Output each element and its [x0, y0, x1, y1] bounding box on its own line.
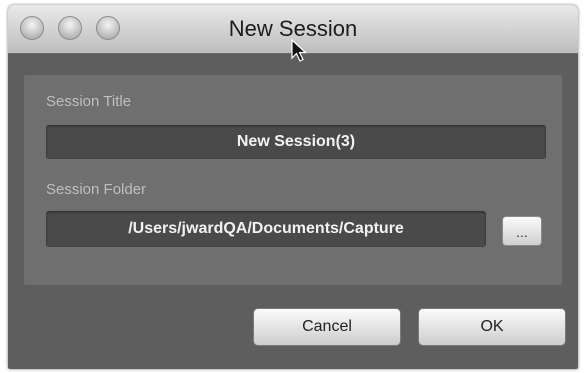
cancel-button[interactable]: Cancel [253, 308, 401, 346]
session-title-label: Session Title [46, 93, 132, 110]
session-title-input[interactable]: New Session(3) [46, 125, 546, 159]
session-folder-label: Session Folder [46, 181, 147, 198]
session-folder-input[interactable]: /Users/jwardQA/Documents/Capture [46, 211, 486, 247]
new-session-dialog: New Session Session Title New Session(3)… [8, 5, 578, 369]
ok-button[interactable]: OK [418, 308, 566, 346]
mouse-pointer-icon [291, 39, 307, 62]
session-settings-panel: Session Title New Session(3) Session Fol… [24, 75, 562, 285]
browse-folder-button[interactable]: ... [502, 216, 542, 246]
